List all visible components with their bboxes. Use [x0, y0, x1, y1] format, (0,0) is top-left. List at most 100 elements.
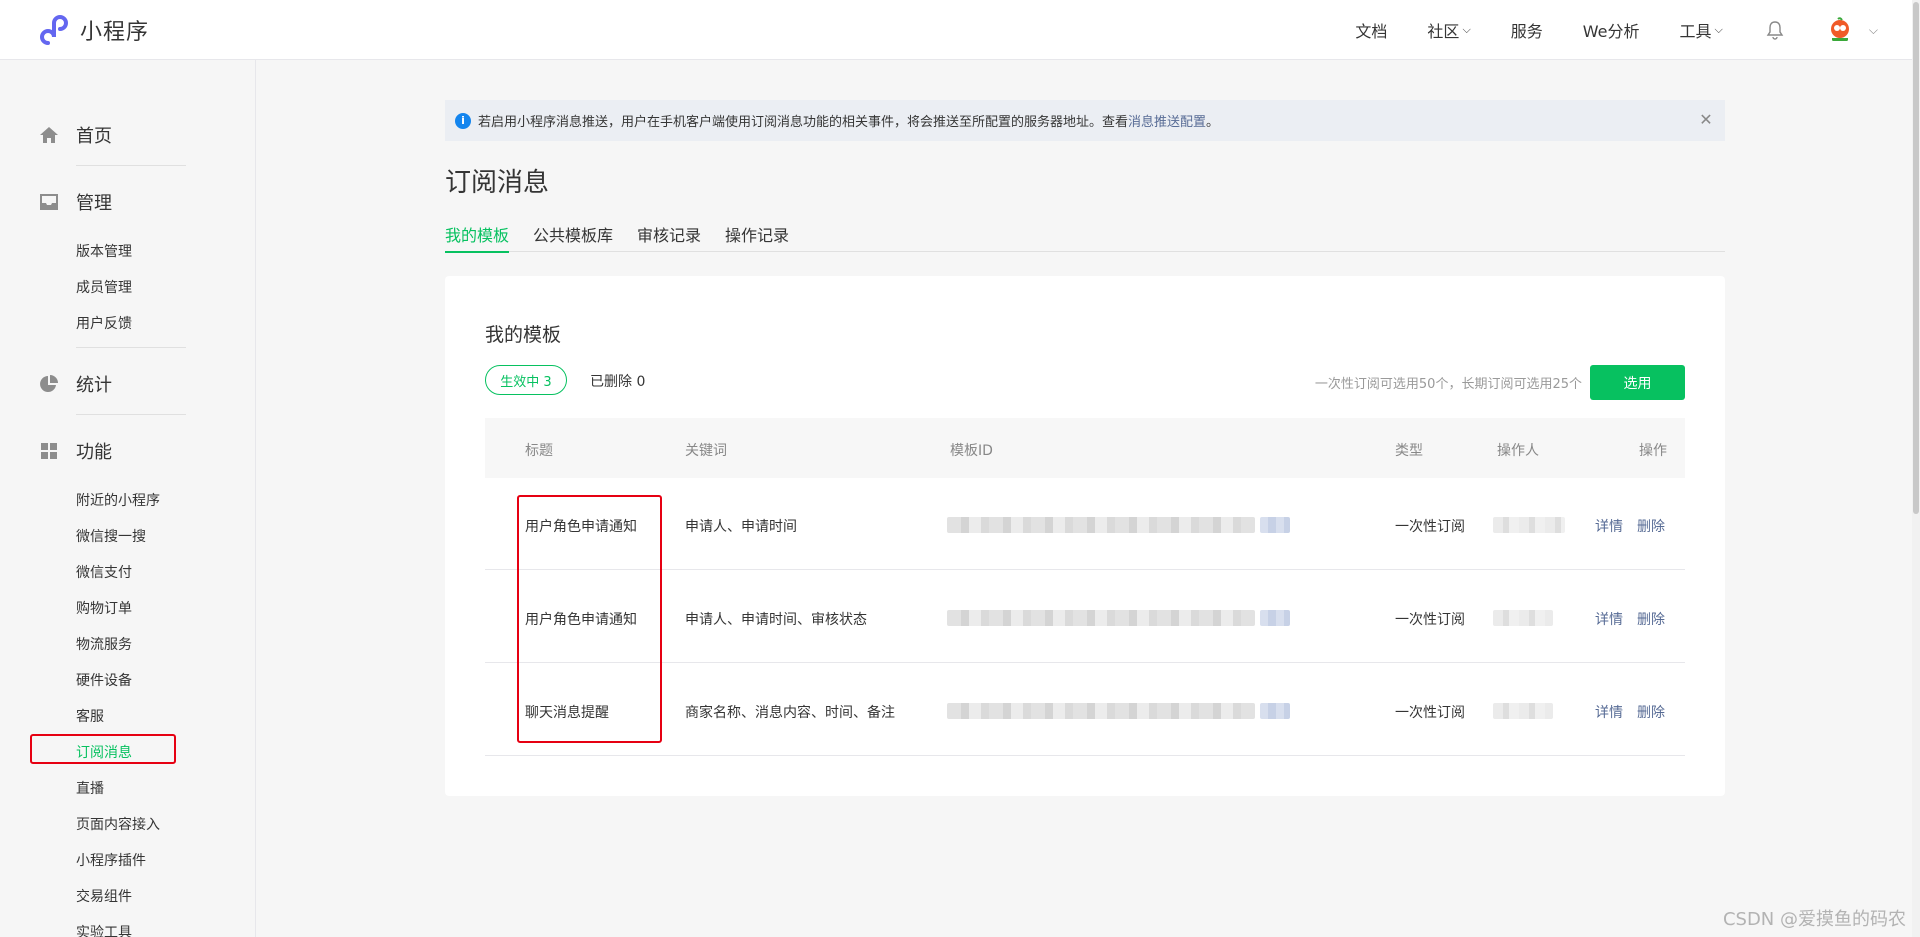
column-header-template-id: 模板ID — [950, 443, 993, 459]
tab-bar: 我的模板 公共模板库 审核记录 操作记录 — [445, 222, 1725, 253]
nav-docs[interactable]: 文档 — [1355, 18, 1387, 42]
sidebar-group-features-label: 功能 — [76, 442, 112, 463]
notice-end: 。 — [1206, 115, 1220, 130]
operator-redacted — [1493, 610, 1553, 626]
select-template-button[interactable]: 选用 — [1590, 365, 1685, 400]
pie-chart-icon — [40, 375, 58, 392]
watermark: CSDN @爱摸鱼的码农 — [1722, 909, 1906, 930]
sidebar-item-version-management[interactable]: 版本管理 — [76, 241, 132, 261]
filter-active-button[interactable]: 生效中 3 — [485, 365, 567, 395]
sidebar-item-experiment-tools[interactable]: 实验工具 — [76, 922, 132, 937]
template-id-redacted — [947, 610, 1255, 626]
row-keywords: 申请人、申请时间、审核状态 — [685, 612, 867, 628]
column-header-actions: 操作 — [1639, 443, 1667, 459]
grid-icon — [41, 443, 57, 459]
sidebar-group-home[interactable]: 首页 — [38, 122, 112, 148]
sidebar-item-plugins[interactable]: 小程序插件 — [76, 850, 146, 870]
sidebar-group-features[interactable]: 功能 — [38, 438, 112, 464]
nav-services[interactable]: 服务 — [1511, 18, 1543, 42]
avatar-chevron-down-icon[interactable]: ⌵ — [1869, 23, 1878, 38]
inbox-icon — [40, 194, 58, 210]
row-type: 一次性订阅 — [1395, 612, 1465, 628]
column-header-operator: 操作人 — [1497, 443, 1539, 459]
sidebar-item-live[interactable]: 直播 — [76, 778, 104, 798]
templates-card: 我的模板 生效中 3 已删除 0 一次性订阅可选用50个，长期订阅可选用25个 … — [445, 276, 1725, 796]
notice-text: 若启用小程序消息推送，用户在手机客户端使用订阅消息功能的相关事件，将会推送至所配… — [478, 115, 1129, 130]
notice-link-push-config[interactable]: 消息推送配置 — [1128, 111, 1206, 130]
sidebar-group-home-label: 首页 — [76, 126, 112, 147]
table-row: 聊天消息提醒 商家名称、消息内容、时间、备注 一次性订阅 详情 删除 — [485, 664, 1685, 756]
brand-name: 小程序 — [80, 20, 150, 45]
sidebar-item-nearby[interactable]: 附近的小程序 — [76, 490, 160, 510]
chevron-down-icon: ⌵ — [1714, 23, 1723, 36]
sidebar-item-wechat-search[interactable]: 微信搜一搜 — [76, 526, 146, 546]
delete-link[interactable]: 删除 — [1637, 609, 1665, 629]
sidebar-divider — [76, 165, 186, 166]
sidebar-item-shopping-orders[interactable]: 购物订单 — [76, 598, 132, 618]
column-header-keywords: 关键词 — [685, 443, 727, 459]
tab-review-records[interactable]: 审核记录 — [637, 222, 701, 252]
sidebar-group-stats-label: 统计 — [76, 375, 112, 396]
top-bar: 小程序 文档 社区 ⌵ 服务 We分析 工具 ⌵ ⌵ — [0, 0, 1920, 60]
sidebar-group-stats[interactable]: 统计 — [38, 371, 112, 397]
detail-link[interactable]: 详情 — [1595, 702, 1623, 722]
close-icon[interactable]: ✕ — [1697, 111, 1715, 129]
sidebar-item-customer-service[interactable]: 客服 — [76, 706, 104, 726]
scrollbar-thumb[interactable] — [1913, 2, 1919, 514]
delete-link[interactable]: 删除 — [1637, 702, 1665, 722]
nav-tools[interactable]: 工具 ⌵ — [1680, 18, 1723, 42]
tab-operation-records[interactable]: 操作记录 — [725, 222, 789, 252]
table-row: 用户角色申请通知 申请人、申请时间 一次性订阅 详情 删除 — [485, 478, 1685, 570]
tab-public-library[interactable]: 公共模板库 — [533, 222, 613, 252]
vertical-scrollbar[interactable] — [1912, 0, 1920, 937]
copy-link-redacted[interactable] — [1260, 610, 1290, 626]
copy-link-redacted[interactable] — [1260, 517, 1290, 533]
bell-icon[interactable] — [1765, 20, 1785, 40]
sidebar-divider — [76, 347, 186, 348]
table-header: 标题 关键词 模板ID 类型 操作人 操作 — [485, 418, 1685, 478]
column-header-title: 标题 — [525, 443, 553, 459]
sidebar-item-logistics[interactable]: 物流服务 — [76, 634, 132, 654]
nav-docs-label: 文档 — [1355, 22, 1388, 41]
card-title: 我的模板 — [485, 324, 562, 346]
detail-link[interactable]: 详情 — [1595, 516, 1623, 536]
delete-link[interactable]: 删除 — [1637, 516, 1665, 536]
notice-bar: i 若启用小程序消息推送，用户在手机客户端使用订阅消息功能的相关事件，将会推送至… — [445, 100, 1725, 141]
nav-tools-label: 工具 — [1679, 22, 1712, 41]
table-row: 用户角色申请通知 申请人、申请时间、审核状态 一次性订阅 详情 删除 — [485, 571, 1685, 663]
nav-we-analytics[interactable]: We分析 — [1583, 18, 1640, 42]
page-title: 订阅消息 — [445, 168, 550, 198]
home-icon — [40, 127, 58, 143]
brand[interactable]: 小程序 — [38, 13, 149, 47]
row-type: 一次性订阅 — [1395, 705, 1465, 721]
operator-redacted — [1493, 517, 1565, 533]
sidebar-group-manage-label: 管理 — [76, 193, 112, 214]
avatar[interactable] — [1827, 17, 1853, 43]
template-id-redacted — [947, 703, 1255, 719]
sidebar-group-manage[interactable]: 管理 — [38, 189, 112, 215]
row-type: 一次性订阅 — [1395, 519, 1465, 535]
nav-community[interactable]: 社区 ⌵ — [1427, 18, 1470, 42]
operator-redacted — [1493, 703, 1553, 719]
sidebar-item-member-management[interactable]: 成员管理 — [76, 277, 132, 297]
sidebar-item-user-feedback[interactable]: 用户反馈 — [76, 313, 132, 333]
filter-deleted-button[interactable]: 已删除 0 — [590, 371, 645, 391]
sidebar-item-hardware[interactable]: 硬件设备 — [76, 670, 132, 690]
sidebar: 首页 管理 版本管理 成员管理 用户反馈 统计 功能 附近的小程序 微信搜一搜 … — [0, 60, 256, 937]
column-header-type: 类型 — [1395, 443, 1423, 459]
info-icon: i — [455, 112, 471, 129]
chevron-down-icon: ⌵ — [1462, 23, 1471, 36]
detail-link[interactable]: 详情 — [1595, 609, 1623, 629]
sidebar-item-page-content[interactable]: 页面内容接入 — [76, 814, 160, 834]
nav-services-label: 服务 — [1510, 22, 1543, 41]
copy-link-redacted[interactable] — [1260, 703, 1290, 719]
tab-my-templates[interactable]: 我的模板 — [445, 222, 510, 253]
quota-text: 一次性订阅可选用50个，长期订阅可选用25个 — [1314, 377, 1582, 392]
top-nav: 文档 社区 ⌵ 服务 We分析 工具 ⌵ ⌵ — [1315, 0, 1878, 60]
sidebar-item-trade-component[interactable]: 交易组件 — [76, 886, 132, 906]
nav-we-analytics-label: We分析 — [1582, 22, 1640, 41]
sidebar-item-wechat-pay[interactable]: 微信支付 — [76, 562, 132, 582]
template-id-redacted — [947, 517, 1255, 533]
nav-community-label: 社区 — [1427, 22, 1460, 41]
sidebar-divider — [76, 414, 186, 415]
